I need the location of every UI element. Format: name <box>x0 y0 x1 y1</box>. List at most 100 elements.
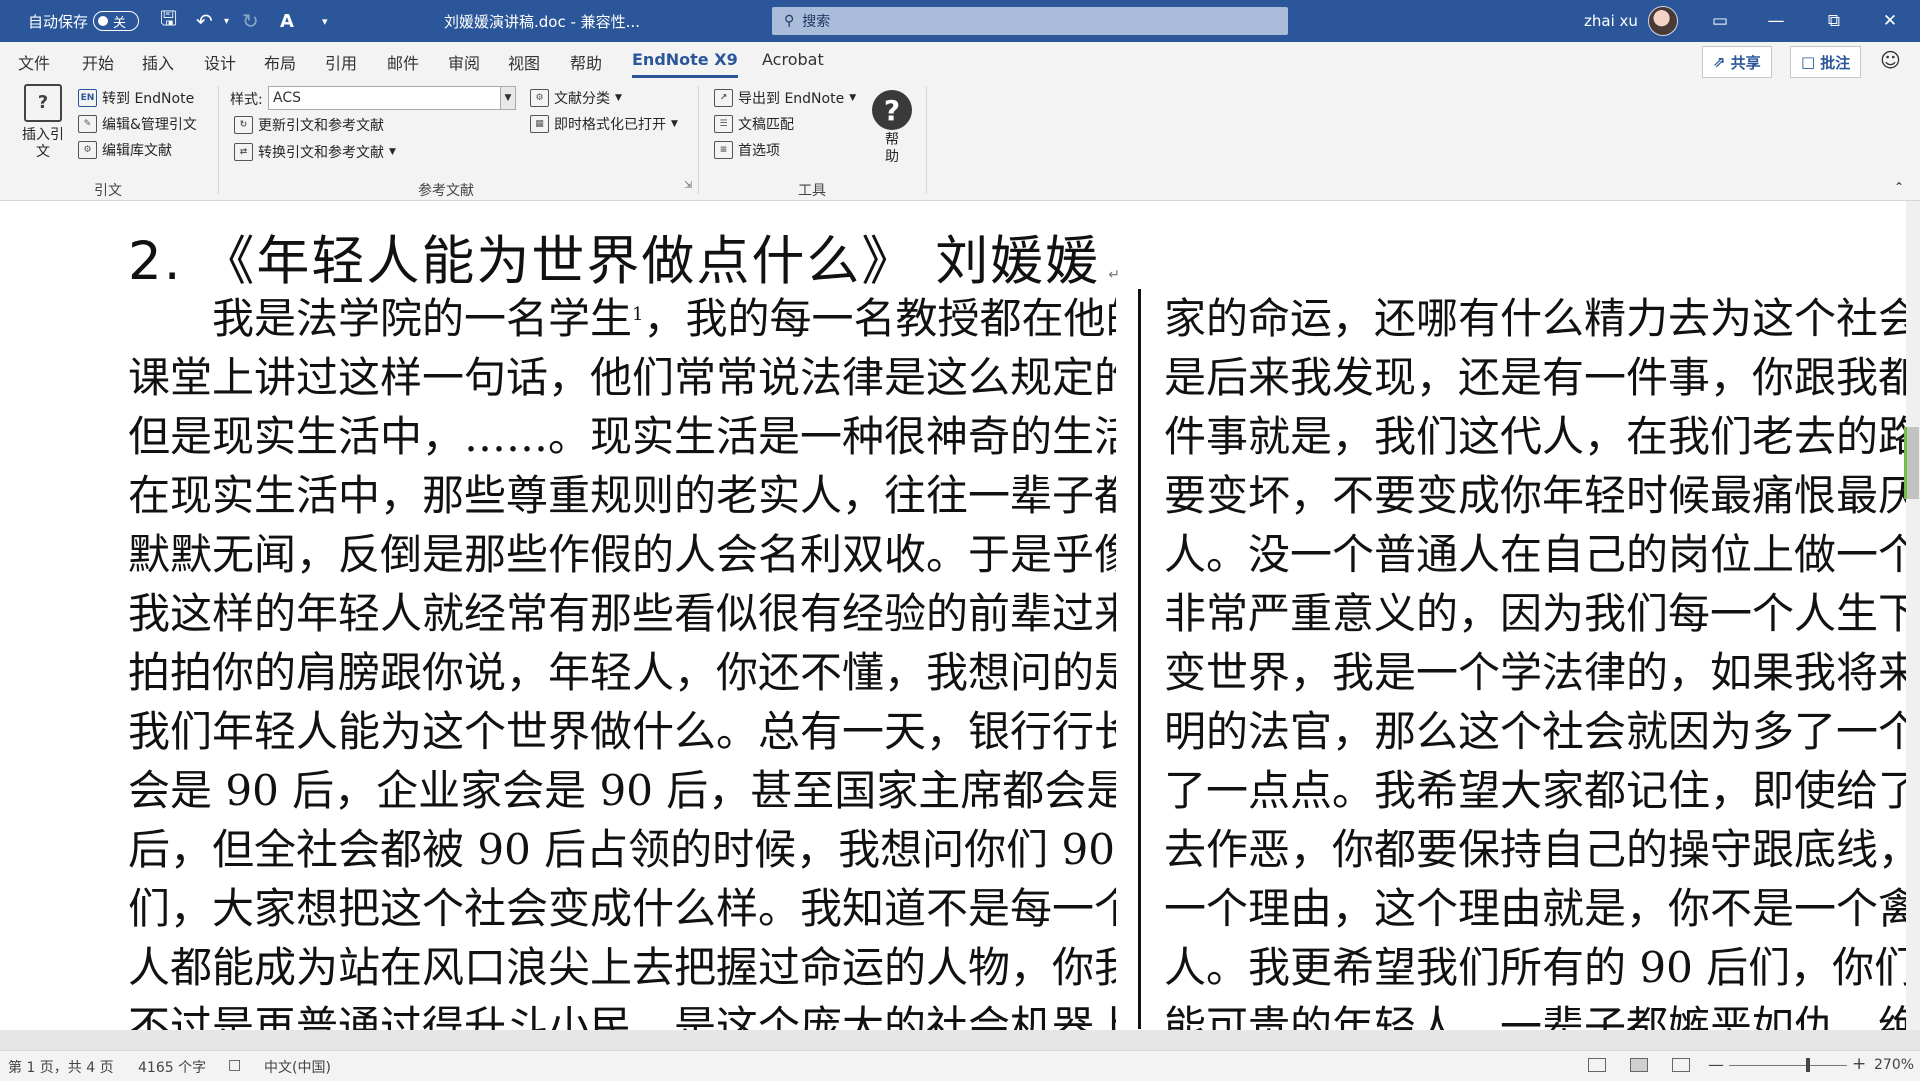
undo-icon[interactable]: ↶ <box>196 0 213 42</box>
format-painter-icon[interactable]: A <box>280 0 294 42</box>
comment-icon: □ <box>1801 53 1816 71</box>
print-layout-icon[interactable] <box>1630 1058 1648 1072</box>
tab-insert[interactable]: 插入 <box>142 50 174 74</box>
document-canvas[interactable]: 2. 《年轻人能为世界做点什么》 刘媛媛 ↵ 我是法学院的一名学生1，我的每一名教… <box>0 201 1920 1030</box>
tab-endnote[interactable]: EndNote X9 <box>632 50 738 78</box>
update-citations-button[interactable]: ↻ 更新引文和参考文献 <box>234 115 384 135</box>
paragraph-line: 人。没一个普通人在自己的岗位上做一个 <box>1164 530 1920 579</box>
tab-acrobat[interactable]: Acrobat <box>762 50 824 69</box>
scrollbar-thumb[interactable] <box>1904 427 1919 499</box>
language-indicator[interactable]: 中文(中国) <box>264 1057 331 1077</box>
tab-review[interactable]: 审阅 <box>448 50 480 74</box>
preferences-button[interactable]: ≡ 首选项 <box>714 140 780 160</box>
user-name[interactable]: zhai xu <box>1584 0 1638 42</box>
paragraph-line: 但是现实生活中，……。现实生活是一种很神奇的生活， <box>128 412 1116 461</box>
share-icon: ⇗ <box>1713 53 1726 71</box>
zoom-level[interactable]: 270% <box>1874 1057 1914 1073</box>
tab-view[interactable]: 视图 <box>508 50 540 74</box>
status-bar: 第 1 页，共 4 页 4165 个字 □ 中文(中国) — + 270% <box>0 1050 1920 1081</box>
style-select[interactable]: ACS ▼ <box>268 86 516 110</box>
manuscript-icon: ☰ <box>714 115 733 133</box>
save-icon[interactable]: 🖫 <box>160 0 177 42</box>
paragraph-line: 明的法官，那么这个社会就因为多了一个 <box>1164 707 1920 756</box>
redo-icon[interactable]: ↻ <box>242 0 259 42</box>
restore-icon[interactable]: ⧉ <box>1806 0 1862 42</box>
style-label: 样式: <box>230 92 263 108</box>
paragraph-line: 人。我更希望我们所有的 90 后们，你们都 <box>1164 943 1920 992</box>
ribbon-display-icon[interactable]: ▭ <box>1692 0 1748 42</box>
edit-library-button[interactable]: ⚙ 编辑库文献 <box>78 140 172 160</box>
read-mode-icon[interactable] <box>1588 1058 1606 1072</box>
group-label-citations: 引文 <box>94 183 122 199</box>
paragraph-line: 家的命运，还哪有什么精力去为这个社会 <box>1164 294 1920 343</box>
zoom-slider[interactable] <box>1729 1065 1847 1066</box>
endnote-ribbon: ? 插入引文 EN 转到 EndNote ✎ 编辑&管理引文 ⚙ 编辑库文献 引文 样… <box>0 80 1920 201</box>
paragraph-line: 去作恶，你都要保持自己的操守跟底线， <box>1164 825 1920 874</box>
paragraph-line: 能可贵的年轻人，一辈子都嫉恶如仇，绝 <box>1164 1002 1920 1030</box>
export-endnote-button[interactable]: ↗ 导出到 EndNote ▼ <box>714 88 856 108</box>
tab-help[interactable]: 帮助 <box>570 50 602 74</box>
help-icon[interactable]: ? <box>872 90 912 130</box>
collapse-ribbon-icon[interactable]: ⌃ <box>1894 180 1904 194</box>
undo-dropdown-icon[interactable]: ▾ <box>224 0 229 42</box>
insert-citation-icon: ? <box>24 84 62 122</box>
search-input[interactable]: ⚲ 搜索 <box>772 7 1288 35</box>
help-button[interactable]: 帮助 <box>882 132 902 166</box>
share-button[interactable]: ⇗ 共享 <box>1702 46 1772 78</box>
title-bar: 自动保存 关 🖫 ↶ ▾ ↻ A ▾ 刘媛媛演讲稿.doc - 兼容性... ⚲… <box>0 0 1920 42</box>
zoom-out-icon[interactable]: — <box>1708 1055 1724 1074</box>
tab-references[interactable]: 引用 <box>325 50 357 74</box>
autosave-toggle[interactable]: 关 <box>93 0 139 42</box>
convert-icon: ⇄ <box>234 143 253 161</box>
paragraph-line: 后，但全社会都被 90 后占领的时候，我想问你们 90 后 <box>128 825 1116 874</box>
paragraph-line: 是后来我发现，还是有一件事，你跟我都 <box>1164 353 1920 402</box>
dialog-launcher-icon[interactable]: ⇲ <box>684 180 692 191</box>
web-layout-icon[interactable] <box>1672 1058 1690 1072</box>
manuscript-matcher-button[interactable]: ☰ 文稿匹配 <box>714 114 794 134</box>
zoom-in-icon[interactable]: + <box>1852 1054 1866 1074</box>
tab-mailings[interactable]: 邮件 <box>387 50 419 74</box>
text-column-right: 家的命运，还哪有什么精力去为这个社会 是后来我发现，还是有一件事，你跟我都 件事… <box>1164 289 1920 1030</box>
group-divider <box>218 86 219 194</box>
update-icon: ↻ <box>234 116 253 134</box>
search-icon: ⚲ <box>784 13 795 29</box>
document-heading: 2. 《年轻人能为世界做点什么》 刘媛媛 ↵ <box>128 231 1122 292</box>
endnote-icon: EN <box>78 89 97 107</box>
comment-button[interactable]: □ 批注 <box>1790 46 1862 78</box>
tab-layout[interactable]: 布局 <box>264 50 296 74</box>
categorize-references-button[interactable]: ⚙ 文献分类 ▼ <box>530 88 622 108</box>
footnote-reference[interactable]: 1 <box>632 304 643 325</box>
tab-file[interactable]: 文件 <box>18 50 50 74</box>
minimize-icon[interactable]: — <box>1748 0 1804 42</box>
avatar[interactable] <box>1648 0 1678 42</box>
paragraph-line: 件事就是，我们这代人，在我们老去的路 <box>1164 412 1920 461</box>
proofing-icon[interactable]: □ <box>228 1057 241 1073</box>
page-count[interactable]: 第 1 页，共 4 页 <box>8 1057 114 1077</box>
group-divider <box>698 86 699 194</box>
paragraph-line: 一个理由，这个理由就是，你不是一个禽 <box>1164 884 1920 933</box>
paragraph-line: 了一点点。我希望大家都记住，即使给了 <box>1164 766 1920 815</box>
paragraph-line: 变世界，我是一个学法律的，如果我将来 <box>1164 648 1920 697</box>
chevron-down-icon: ▼ <box>500 87 515 109</box>
instant-formatting-button[interactable]: ▦ 即时格式化已打开 ▼ <box>530 114 678 134</box>
group-label-bibliography: 参考文献 <box>418 183 474 199</box>
tab-design[interactable]: 设计 <box>204 50 236 74</box>
group-label-tools: 工具 <box>798 183 826 199</box>
convert-citations-button[interactable]: ⇄ 转换引文和参考文献 ▼ <box>234 142 396 162</box>
insert-citation-button[interactable]: ? 插入引文 <box>20 84 66 161</box>
paragraph-line: 我是法学院的一名学生1，我的每一名教授都在他的 <box>212 294 1116 343</box>
edit-citations-icon: ✎ <box>78 115 97 133</box>
vertical-scrollbar[interactable] <box>1904 201 1920 1030</box>
export-icon: ↗ <box>714 89 733 107</box>
customize-toolbar-icon[interactable]: ▾ <box>322 0 328 42</box>
word-count[interactable]: 4165 个字 <box>138 1057 206 1077</box>
close-icon[interactable]: ✕ <box>1862 0 1918 42</box>
goto-endnote-button[interactable]: EN 转到 EndNote <box>78 88 194 108</box>
edit-manage-citations-button[interactable]: ✎ 编辑&管理引文 <box>78 114 197 134</box>
paragraph-mark-icon: ↵ <box>1108 267 1122 283</box>
paragraph-line: 非常严重意义的，因为我们每一个人生下 <box>1164 589 1920 638</box>
tab-home[interactable]: 开始 <box>82 50 114 74</box>
zoom-slider-thumb[interactable] <box>1806 1058 1810 1072</box>
feedback-smiley-icon[interactable]: ☺ <box>1880 48 1901 72</box>
edit-library-icon: ⚙ <box>78 141 97 159</box>
